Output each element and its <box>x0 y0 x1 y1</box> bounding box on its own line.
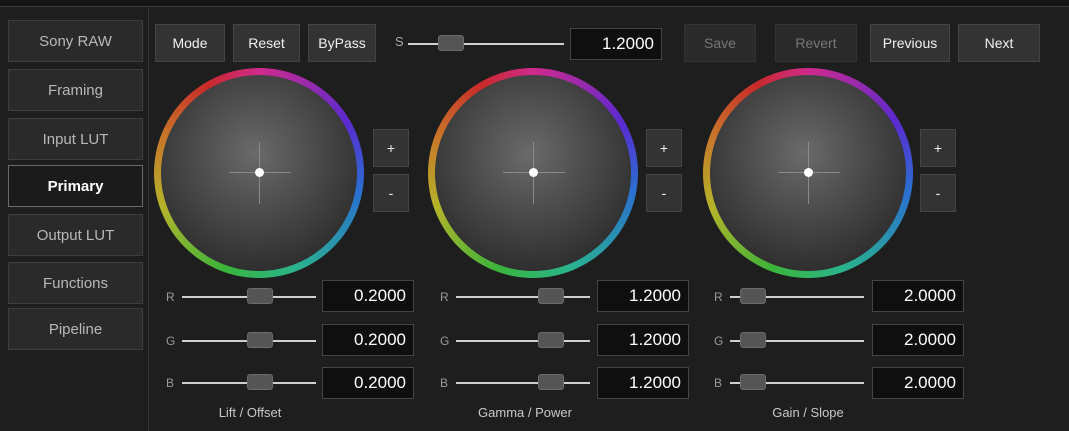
gamma-g-slider-thumb[interactable] <box>538 332 564 348</box>
wheel-inner-disc[interactable] <box>710 75 906 271</box>
lift-b-slider-thumb[interactable] <box>247 374 273 390</box>
s-value-field[interactable]: 1.2000 <box>570 28 662 60</box>
gamma-b-value-field[interactable]: 1.2000 <box>597 367 689 399</box>
s-slider-track[interactable] <box>408 43 564 45</box>
gamma-b-slider-thumb[interactable] <box>538 374 564 390</box>
gamma-r-label: R <box>440 290 449 304</box>
gain-caption: Gain / Slope <box>772 405 844 420</box>
wheel-inner-disc[interactable] <box>161 75 357 271</box>
gain-wheel-handle[interactable] <box>804 168 813 177</box>
sidebar-item-label: Primary <box>47 177 104 195</box>
lift-r-label: R <box>166 290 175 304</box>
gamma-caption: Gamma / Power <box>478 405 572 420</box>
wheel-inner-disc[interactable] <box>435 75 631 271</box>
mode-button[interactable]: Mode <box>155 24 225 62</box>
gain-minus-button[interactable]: - <box>920 174 956 212</box>
lift-wheel-handle[interactable] <box>255 168 264 177</box>
gain-r-slider-thumb[interactable] <box>740 288 766 304</box>
sidebar-item-functions[interactable]: Functions <box>8 262 143 304</box>
lift-plus-button[interactable]: + <box>373 129 409 167</box>
gain-g-label: G <box>714 334 724 348</box>
gain-g-value-field[interactable]: 2.0000 <box>872 324 964 356</box>
gamma-r-slider-thumb[interactable] <box>538 288 564 304</box>
sidebar-item-label: Pipeline <box>48 320 103 338</box>
gain-r-value-field[interactable]: 2.0000 <box>872 280 964 312</box>
gamma-plus-button[interactable]: + <box>646 129 682 167</box>
sidebar-item-framing[interactable]: Framing <box>8 69 143 111</box>
gain-g-slider-thumb[interactable] <box>740 332 766 348</box>
gamma-r-value-field[interactable]: 1.2000 <box>597 280 689 312</box>
top-border <box>0 0 1069 7</box>
lift-caption: Lift / Offset <box>218 405 282 420</box>
gamma-wheel-handle[interactable] <box>529 168 538 177</box>
sidebar-item-input-lut[interactable]: Input LUT <box>8 118 143 160</box>
sidebar-item-label: Sony RAW <box>39 32 112 50</box>
gain-plus-button[interactable]: + <box>920 129 956 167</box>
gain-b-slider-thumb[interactable] <box>740 374 766 390</box>
save-button[interactable]: Save <box>684 24 756 62</box>
gain-b-label: B <box>714 376 723 390</box>
lift-g-value-field[interactable]: 0.2000 <box>322 324 414 356</box>
sidebar-item-sony-raw[interactable]: Sony RAW <box>8 20 143 62</box>
gamma-g-value-field[interactable]: 1.2000 <box>597 324 689 356</box>
lift-minus-button[interactable]: - <box>373 174 409 212</box>
lift-b-label: B <box>166 376 175 390</box>
gain-color-wheel[interactable] <box>703 68 913 278</box>
sidebar-item-label: Output LUT <box>36 226 115 244</box>
gain-b-value-field[interactable]: 2.0000 <box>872 367 964 399</box>
gamma-color-wheel[interactable] <box>428 68 638 278</box>
revert-button[interactable]: Revert <box>775 24 857 62</box>
gamma-b-label: B <box>440 376 449 390</box>
sidebar-item-pipeline[interactable]: Pipeline <box>8 308 143 350</box>
gamma-b-slider-track[interactable] <box>456 382 590 384</box>
sidebar: Sony RAW Framing Input LUT Primary Outpu… <box>0 8 149 431</box>
previous-button[interactable]: Previous <box>870 24 950 62</box>
gamma-minus-button[interactable]: - <box>646 174 682 212</box>
sidebar-item-label: Framing <box>47 81 103 99</box>
lift-g-slider-thumb[interactable] <box>247 332 273 348</box>
lift-r-slider-thumb[interactable] <box>247 288 273 304</box>
reset-button[interactable]: Reset <box>233 24 300 62</box>
sidebar-item-output-lut[interactable]: Output LUT <box>8 214 143 256</box>
sidebar-item-label: Functions <box>42 274 109 292</box>
gamma-g-label: G <box>440 334 450 348</box>
lift-b-value-field[interactable]: 0.2000 <box>322 367 414 399</box>
gamma-g-slider-track[interactable] <box>456 340 590 342</box>
gain-r-label: R <box>714 290 723 304</box>
sidebar-item-primary[interactable]: Primary <box>8 165 143 207</box>
s-slider-thumb[interactable] <box>438 35 464 51</box>
bypass-button[interactable]: ByPass <box>308 24 376 62</box>
lift-color-wheel[interactable] <box>154 68 364 278</box>
gamma-r-slider-track[interactable] <box>456 296 590 298</box>
s-slider-label: S <box>395 34 404 49</box>
sidebar-item-label: Input LUT <box>42 130 109 148</box>
next-button[interactable]: Next <box>958 24 1040 62</box>
lift-r-value-field[interactable]: 0.2000 <box>322 280 414 312</box>
lift-g-label: G <box>166 334 176 348</box>
